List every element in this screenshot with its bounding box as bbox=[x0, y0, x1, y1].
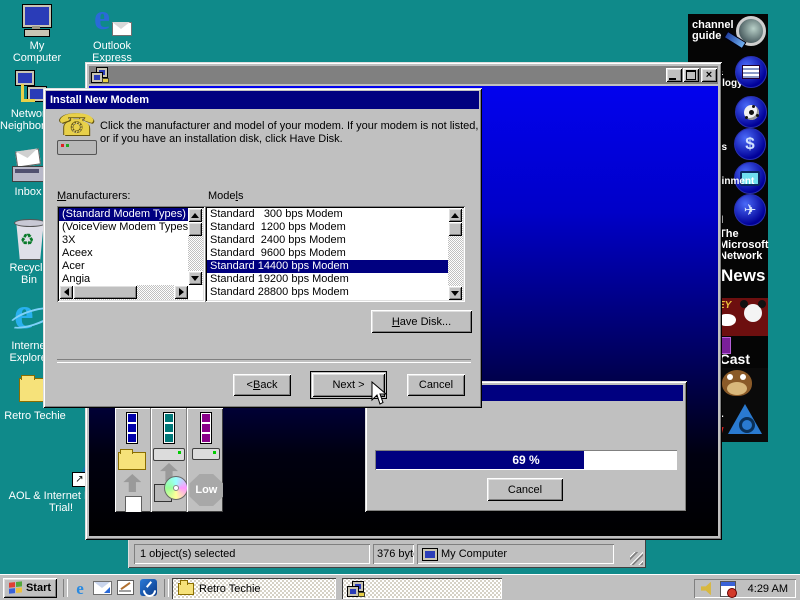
manufacturers-listbox[interactable]: (Standard Modem Types) (VoiceView Modem … bbox=[57, 206, 205, 302]
scroll-up-button[interactable] bbox=[448, 208, 462, 222]
setup-billboard-graphic: Low bbox=[115, 408, 223, 512]
quicklaunch-show-desktop-icon[interactable] bbox=[117, 580, 134, 595]
install-new-modem-dialog: Install New Modem ☎ Click the manufactur… bbox=[43, 88, 482, 408]
modem-phone-icon: ☎ bbox=[55, 114, 97, 156]
channel-disney-image[interactable]: EY bbox=[716, 298, 768, 336]
channel-msn-label[interactable]: The Microsoft Network bbox=[719, 229, 769, 262]
scroll-thumb[interactable] bbox=[448, 222, 462, 236]
taskbar-divider bbox=[63, 579, 68, 597]
model-item[interactable]: Standard 14400 bps Modem bbox=[207, 260, 448, 273]
scroll-right-button[interactable] bbox=[174, 285, 188, 299]
start-button[interactable]: Start bbox=[3, 578, 57, 598]
billboard-document-icon bbox=[125, 496, 142, 512]
desktop: My Computer e Outlook Express Network Ne… bbox=[0, 0, 800, 600]
dialog-separator bbox=[57, 359, 471, 363]
manufacturers-label: Manufacturers: bbox=[57, 190, 130, 202]
channel-sports-icon[interactable] bbox=[735, 96, 767, 128]
scroll-thumb[interactable] bbox=[188, 222, 202, 236]
task-button-modem-installer[interactable] bbox=[342, 578, 502, 599]
manufacturer-item[interactable]: Angia bbox=[59, 273, 188, 285]
manufacturers-vscrollbar[interactable] bbox=[188, 208, 203, 285]
quicklaunch-channels-icon[interactable] bbox=[140, 579, 157, 596]
volume-icon[interactable] bbox=[701, 582, 717, 596]
billboard-drive-icon bbox=[192, 448, 220, 460]
channel-news-label[interactable]: News bbox=[721, 266, 765, 286]
folder-icon bbox=[178, 583, 194, 595]
scroll-thumb[interactable] bbox=[73, 285, 137, 299]
models-vscrollbar[interactable] bbox=[448, 208, 463, 300]
billboard-folder-icon bbox=[118, 452, 146, 470]
icon-label: Outlook Express bbox=[82, 40, 142, 64]
inbox-icon bbox=[10, 146, 46, 184]
manufacturer-item[interactable]: 3X bbox=[59, 234, 188, 247]
dialog-titlebar[interactable]: Install New Modem bbox=[46, 91, 479, 109]
desktop-icon-my-computer[interactable]: My Computer bbox=[4, 4, 70, 64]
recycle-bin-icon: ♻ bbox=[12, 218, 46, 260]
progress-bar: 69 % bbox=[375, 450, 677, 470]
manufacturers-hscrollbar[interactable] bbox=[59, 285, 188, 300]
progress-cancel-button[interactable]: Cancel bbox=[487, 478, 563, 501]
explorer-window-statusbar: 1 object(s) selected 376 byte My Compute… bbox=[128, 537, 646, 568]
close-button[interactable]: × bbox=[701, 68, 717, 82]
dialog-instruction-text: Click the manufacturer and model of your… bbox=[100, 120, 478, 146]
model-item[interactable]: Standard 2400 bps Modem bbox=[207, 234, 448, 247]
mouse-cursor bbox=[371, 381, 389, 407]
quicklaunch-outlook-express-icon[interactable] bbox=[93, 581, 112, 595]
scroll-left-button[interactable] bbox=[59, 285, 73, 299]
icon-label: Retro Techie bbox=[0, 410, 70, 422]
scroll-down-button[interactable] bbox=[448, 286, 462, 300]
dialup-networking-icon bbox=[91, 67, 107, 82]
model-item[interactable]: Standard 9600 bps Modem bbox=[207, 247, 448, 260]
windows-flag-icon bbox=[9, 581, 23, 594]
channel-guide-logo-icon[interactable] bbox=[730, 16, 764, 50]
models-label: Models bbox=[208, 190, 243, 202]
billboard-drive-icon bbox=[153, 448, 185, 461]
have-disk-button[interactable]: Have Disk... bbox=[371, 310, 472, 333]
manufacturer-item[interactable]: (Standard Modem Types) bbox=[59, 208, 188, 221]
minimize-button[interactable] bbox=[666, 68, 682, 82]
outlook-express-icon: e bbox=[92, 4, 132, 38]
scroll-up-button[interactable] bbox=[188, 208, 202, 222]
manufacturer-item[interactable]: Aceex bbox=[59, 247, 188, 260]
channel-news-technology-icon[interactable] bbox=[735, 56, 767, 88]
manufacturer-item[interactable]: Acer bbox=[59, 260, 188, 273]
my-computer-icon bbox=[19, 4, 55, 38]
task-button-retro-techie[interactable]: Retro Techie bbox=[172, 578, 336, 599]
maximize-button[interactable] bbox=[683, 68, 699, 82]
channel-travel-icon[interactable]: ✈ bbox=[734, 194, 766, 226]
my-computer-zone-icon bbox=[422, 548, 438, 561]
progress-percent-label: 69 % bbox=[375, 450, 677, 470]
statusbar-zone-pane: My Computer bbox=[417, 544, 614, 564]
installer-titlebar[interactable]: × bbox=[89, 66, 718, 84]
icon-label: My Computer bbox=[4, 40, 70, 64]
channel-business-icon[interactable]: $ bbox=[734, 128, 766, 160]
billboard-low-sign: Low bbox=[189, 474, 223, 506]
resize-grip[interactable] bbox=[630, 552, 643, 565]
taskbar-divider bbox=[164, 579, 169, 597]
model-item[interactable]: Standard 300 bps Modem bbox=[207, 208, 448, 221]
model-item[interactable]: Standard 28800 bps Modem bbox=[207, 286, 448, 299]
models-listbox[interactable]: Standard 300 bps Modem Standard 1200 bps… bbox=[205, 206, 465, 302]
model-item[interactable]: Standard 19200 bps Modem bbox=[207, 273, 448, 286]
statusbar-selected-pane: 1 object(s) selected bbox=[134, 544, 370, 564]
task-scheduler-icon[interactable] bbox=[720, 581, 736, 597]
back-button[interactable]: < Back bbox=[233, 374, 291, 396]
channel-warner-image[interactable]: L w bbox=[714, 368, 768, 442]
model-item[interactable]: Standard 1200 bps Modem bbox=[207, 221, 448, 234]
statusbar-size-pane: 376 byte bbox=[373, 544, 414, 564]
taskbar: Start e Retro Techie bbox=[0, 574, 800, 600]
tray-clock[interactable]: 4:29 AM bbox=[736, 583, 796, 595]
system-tray: 4:29 AM bbox=[694, 579, 796, 598]
dialog-cancel-button[interactable]: Cancel bbox=[407, 374, 465, 396]
billboard-cd-icon bbox=[164, 476, 188, 500]
scroll-down-button[interactable] bbox=[188, 271, 202, 285]
desktop-icon-outlook-express[interactable]: e Outlook Express bbox=[82, 4, 142, 64]
manufacturer-item[interactable]: (VoiceView Modem Types) bbox=[59, 221, 188, 234]
billboard-up-arrow-icon bbox=[123, 474, 141, 492]
quicklaunch-internet-explorer-icon[interactable]: e bbox=[70, 579, 90, 597]
dialup-networking-icon bbox=[347, 581, 363, 596]
